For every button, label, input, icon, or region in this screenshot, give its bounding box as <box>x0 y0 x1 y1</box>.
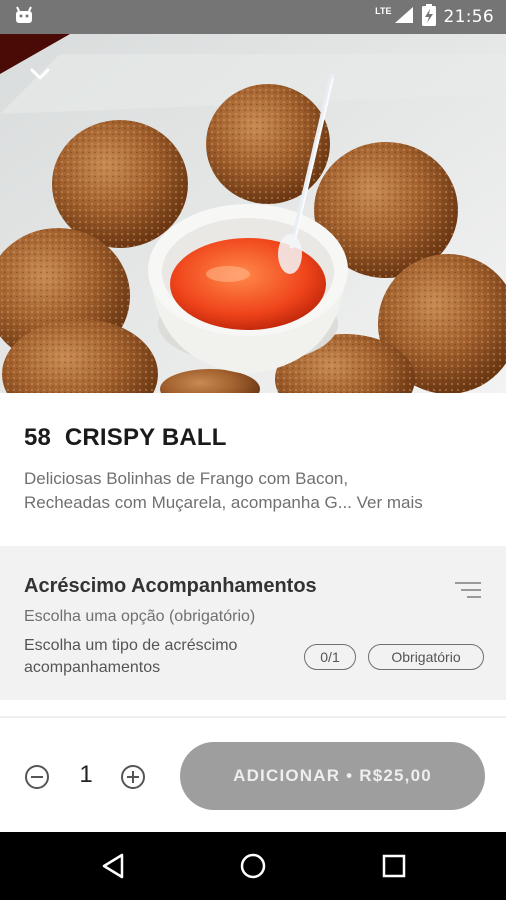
product-description: Deliciosas Bolinhas de Frango com Bacon,… <box>24 467 490 515</box>
increase-quantity-button[interactable] <box>121 765 145 789</box>
see-more-link[interactable]: Ver mais <box>357 493 423 512</box>
sort-icon <box>454 581 482 599</box>
decrease-quantity-button[interactable] <box>25 765 49 789</box>
quantity-value: 1 <box>79 761 93 788</box>
battery-charging-icon <box>421 3 436 31</box>
network-type: LTE <box>375 6 392 16</box>
add-to-cart-button[interactable]: ADICIONAR • R$25,00 <box>180 742 485 810</box>
product-title: 58 CRISPY BALL <box>24 424 227 451</box>
description-line: Deliciosas Bolinhas de Frango com Bacon, <box>24 469 349 488</box>
description-truncated: Recheadas com Muçarela, acompanha G... <box>24 493 352 512</box>
navigation-bar <box>0 832 506 900</box>
signal-icon <box>394 6 414 29</box>
selection-count-badge: 0/1 <box>304 644 356 670</box>
home-icon[interactable] <box>239 852 267 880</box>
addon-group-title: Acréscimo Acompanhamentos <box>24 575 317 597</box>
required-badge: Obrigatório <box>368 644 484 670</box>
android-icon <box>14 6 34 29</box>
recents-icon[interactable] <box>380 852 408 880</box>
back-icon[interactable] <box>100 852 128 880</box>
product-image <box>0 34 506 393</box>
addon-group[interactable]: Acréscimo Acompanhamentos Escolha uma op… <box>0 546 506 700</box>
addon-group-subtitle: Escolha uma opção (obrigatório) <box>24 608 256 625</box>
action-bar: 1 ADICIONAR • R$25,00 <box>0 718 506 832</box>
clock: 21:56 <box>443 7 494 27</box>
addon-instruction: Escolha um tipo de acréscimo acompanhame… <box>24 637 238 676</box>
description-line: Recheadas com Muçarela, acompanha G... V… <box>24 491 490 515</box>
status-bar: LTE 21:56 <box>0 0 506 34</box>
collapse-chevron-icon[interactable] <box>28 64 52 84</box>
